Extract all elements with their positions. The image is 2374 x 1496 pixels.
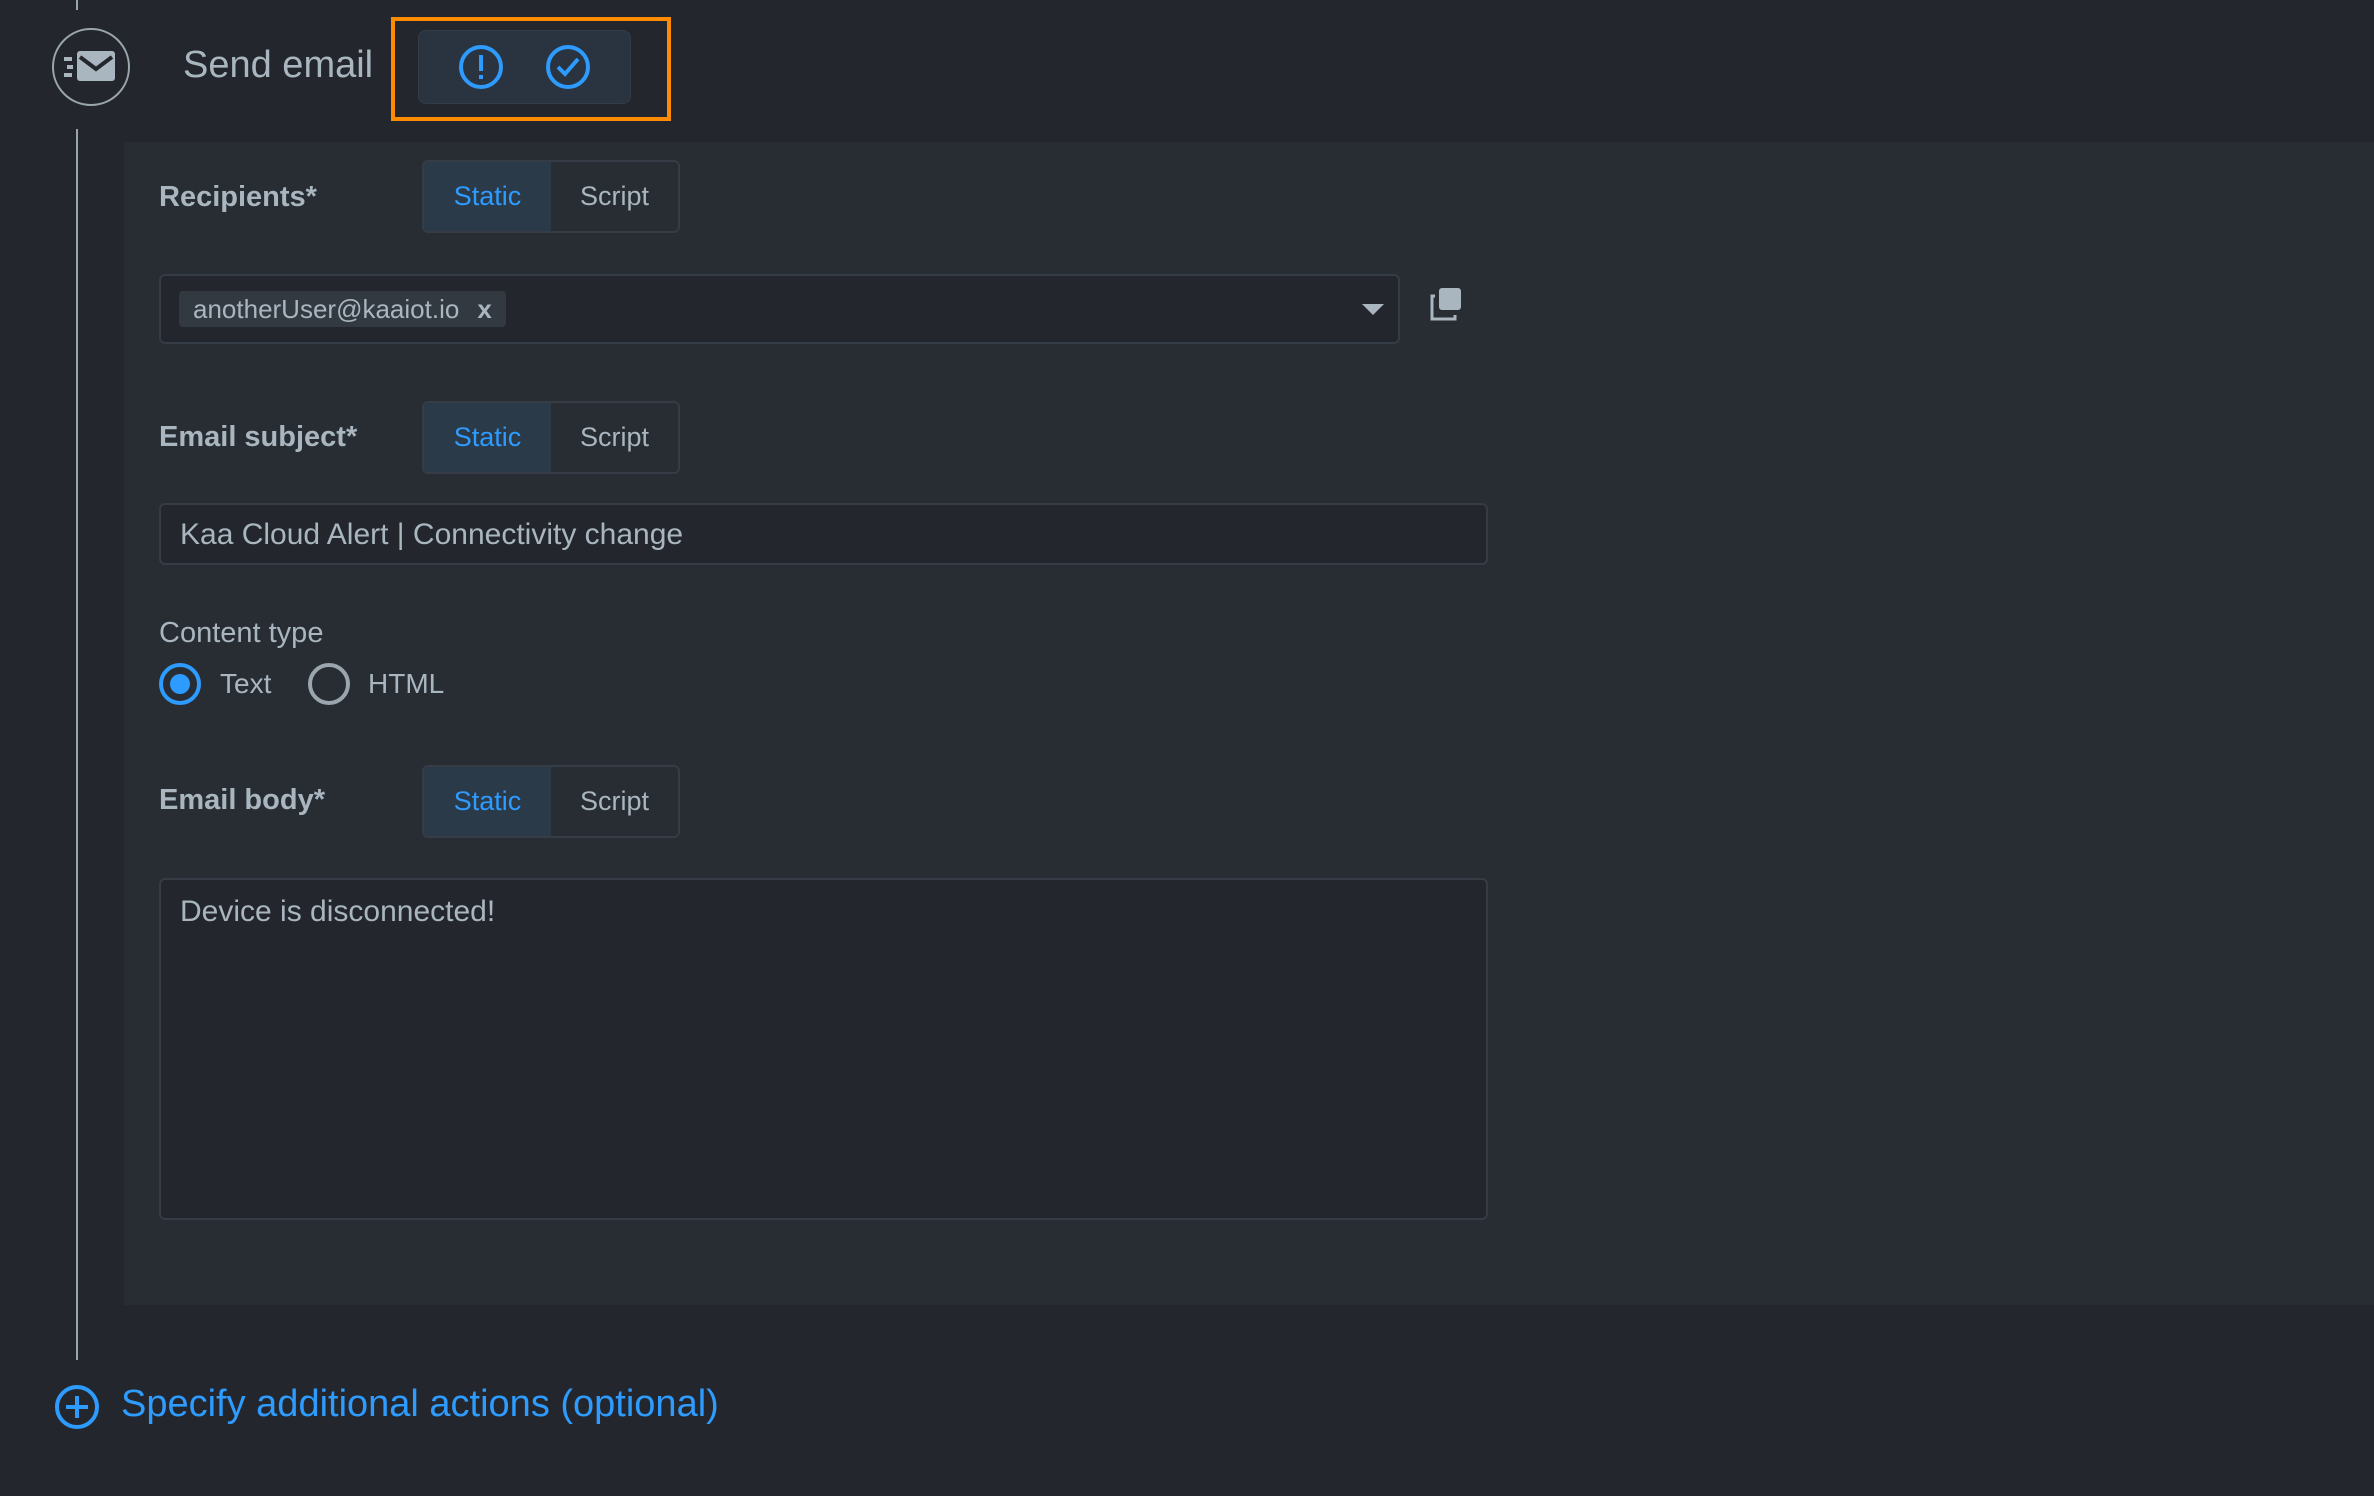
radio-text[interactable] (159, 663, 201, 705)
radio-html[interactable] (308, 663, 350, 705)
subject-input[interactable]: Kaa Cloud Alert | Connectivity change (159, 503, 1488, 565)
remove-chip-icon[interactable]: x (477, 294, 491, 325)
recipient-chip-label: anotherUser@kaaiot.io (193, 293, 460, 324)
recipients-static-tab[interactable]: Static (424, 162, 551, 231)
content-type-label: Content type (159, 617, 324, 649)
body-textarea[interactable]: Device is disconnected! (159, 878, 1488, 1220)
body-label: Email body* (159, 784, 325, 816)
body-static-tab[interactable]: Static (424, 767, 551, 836)
copy-icon[interactable] (1428, 286, 1464, 322)
subject-mode-toggle: Static Script (422, 401, 680, 474)
alert-circle-icon[interactable] (458, 44, 504, 90)
chevron-down-icon[interactable] (1362, 304, 1384, 316)
action-title: Send email (183, 44, 374, 86)
status-icon-group (418, 30, 631, 104)
subject-value: Kaa Cloud Alert | Connectivity change (180, 518, 684, 551)
add-circle-icon[interactable] (54, 1384, 100, 1430)
body-mode-toggle: Static Script (422, 765, 680, 838)
subject-label: Email subject* (159, 421, 358, 453)
subject-static-tab[interactable]: Static (424, 403, 551, 472)
subject-script-tab[interactable]: Script (551, 403, 678, 472)
body-value: Device is disconnected! (180, 895, 496, 928)
email-send-icon (52, 28, 130, 106)
recipient-chip: anotherUser@kaaiot.io x (179, 291, 506, 327)
recipients-mode-toggle: Static Script (422, 160, 680, 233)
check-circle-icon[interactable] (545, 44, 591, 90)
recipients-script-tab[interactable]: Script (551, 162, 678, 231)
radio-html-label[interactable]: HTML (368, 668, 444, 700)
timeline-connector (76, 0, 78, 10)
recipients-select[interactable]: anotherUser@kaaiot.io x (159, 274, 1400, 344)
body-script-tab[interactable]: Script (551, 767, 678, 836)
recipients-label: Recipients* (159, 181, 317, 213)
radio-text-label[interactable]: Text (220, 668, 271, 700)
timeline-connector (76, 129, 78, 1360)
add-actions-link[interactable]: Specify additional actions (optional) (121, 1383, 719, 1426)
